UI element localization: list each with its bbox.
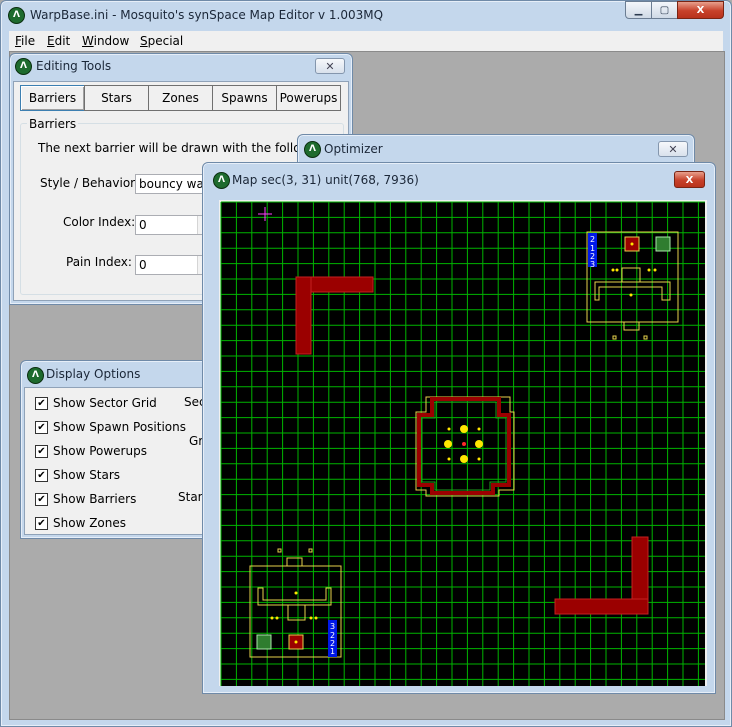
spawn-dot [309,616,313,620]
editing-tools-titlebar[interactable]: Λ Editing Tools ✕ [10,54,352,82]
powerup-green-icon [655,236,671,252]
menu-window-hotkey: W [82,34,94,48]
tab-barriers[interactable]: Barriers [20,85,85,111]
spawn-dot [294,591,298,595]
mosquito-app-icon: Λ [213,172,230,189]
color-index-value: 0 [139,218,147,232]
spawn-dot [629,293,633,297]
menu-special[interactable]: Special [140,34,183,48]
tab-zones[interactable]: Zones [148,85,213,111]
powerup-dot-icon [294,640,298,644]
mosquito-app-icon: Λ [304,141,321,158]
check-icon: ✔ [35,421,48,434]
center-powerup-icon [462,442,466,446]
main-titlebar[interactable]: Λ WarpBase.ini - Mosquito's synSpace Map… [1,1,731,29]
display-options-title: Display Options [46,367,141,381]
show-sector-grid-label: Show Sector Grid [53,396,157,410]
display-options-client: ✔ Show Sector Grid ✔ Show Spawn Position… [24,387,214,535]
menu-window[interactable]: Window [82,34,129,48]
tab-spawns[interactable]: Spawns [212,85,277,111]
map-window: Λ Map sec(3, 31) unit(768, 7936) X 2 1 2… [202,162,716,694]
tab-strip: Barriers Stars Zones Spawns Powerups [20,85,342,111]
map-close-button[interactable]: X [674,171,705,188]
color-index-label: Color Index: [63,215,136,229]
optimizer-titlebar[interactable]: Λ Optimizer ✕ [298,135,694,163]
maximize-button[interactable]: ▢ [651,1,678,19]
spawn-dot [270,616,274,620]
mosquito-app-icon: Λ [15,58,32,75]
display-options-titlebar[interactable]: Λ Display Options [21,361,211,389]
menu-bar: File Edit Window Special [9,31,723,51]
base-label-digit: 2 [590,235,595,244]
mosquito-app-icon: Λ [8,7,25,24]
base-label-digit: 3 [330,622,335,631]
show-powerups-label: Show Powerups [53,444,147,458]
tab-powerups[interactable]: Powerups [276,85,341,111]
barriers-group-label: Barriers [27,117,79,131]
close-button[interactable]: X [677,1,724,19]
show-zones-label: Show Zones [53,516,126,530]
spawn-marker [475,440,483,448]
pain-index-value: 0 [139,258,147,272]
spawn-dot [647,268,651,272]
spawn-marker [460,455,468,463]
menu-special-hotkey: S [140,34,148,48]
menu-file[interactable]: File [15,34,35,48]
spawn-dot [477,457,481,461]
spawn-dot [447,457,451,461]
check-icon: ✔ [35,445,48,458]
check-icon: ✔ [35,397,48,410]
spawn-dot [653,268,657,272]
spawn-dot [275,616,279,620]
editing-tools-title: Editing Tools [36,59,112,73]
spawn-dot [611,268,615,272]
spawn-dot [615,268,619,272]
spawn-dot [314,616,318,620]
show-barriers-label: Show Barriers [53,492,137,506]
powerup-green-icon [256,634,272,650]
spawn-dot [477,427,481,431]
minimize-button[interactable]: ▁ [625,1,652,19]
spawn-dot [447,427,451,431]
map-canvas[interactable]: 2 1 2 3 3 2 2 1 [219,200,707,686]
optimizer-title: Optimizer [324,142,383,156]
editing-tools-close-button[interactable]: ✕ [315,58,345,74]
menu-edit-label: dit [54,34,71,48]
spawn-marker [460,425,468,433]
check-icon: ✔ [35,469,48,482]
menu-window-label: indow [93,34,130,48]
menu-edit[interactable]: Edit [47,34,70,48]
mosquito-app-icon: Λ [27,367,44,384]
map-titlebar[interactable]: Λ Map sec(3, 31) unit(768, 7936) X [203,163,715,191]
map-window-title: Map sec(3, 31) unit(768, 7936) [232,173,419,187]
powerup-dot-icon [630,242,634,246]
check-icon: ✔ [35,517,48,530]
display-options-window: Λ Display Options ✔ Show Sector Grid ✔ S… [20,360,214,539]
check-icon: ✔ [35,493,48,506]
optimizer-close-button[interactable]: ✕ [658,141,688,157]
show-spawn-positions-label: Show Spawn Positions [53,420,186,434]
style-behavior-label: Style / Behavior: [40,176,139,190]
pain-index-label: Pain Index: [66,255,132,269]
menu-special-label: pecial [147,34,184,48]
main-window-title: WarpBase.ini - Mosquito's synSpace Map E… [30,8,384,22]
show-stars-label: Show Stars [53,468,121,482]
spawn-marker [444,440,452,448]
base-label-digit: 1 [330,647,335,656]
map-viewport[interactable]: 2 1 2 3 3 2 2 1 [219,200,707,686]
menu-edit-hotkey: E [47,34,55,48]
base-label-digit: 3 [590,260,595,269]
menu-file-label: ile [21,34,36,48]
tab-stars[interactable]: Stars [84,85,149,111]
